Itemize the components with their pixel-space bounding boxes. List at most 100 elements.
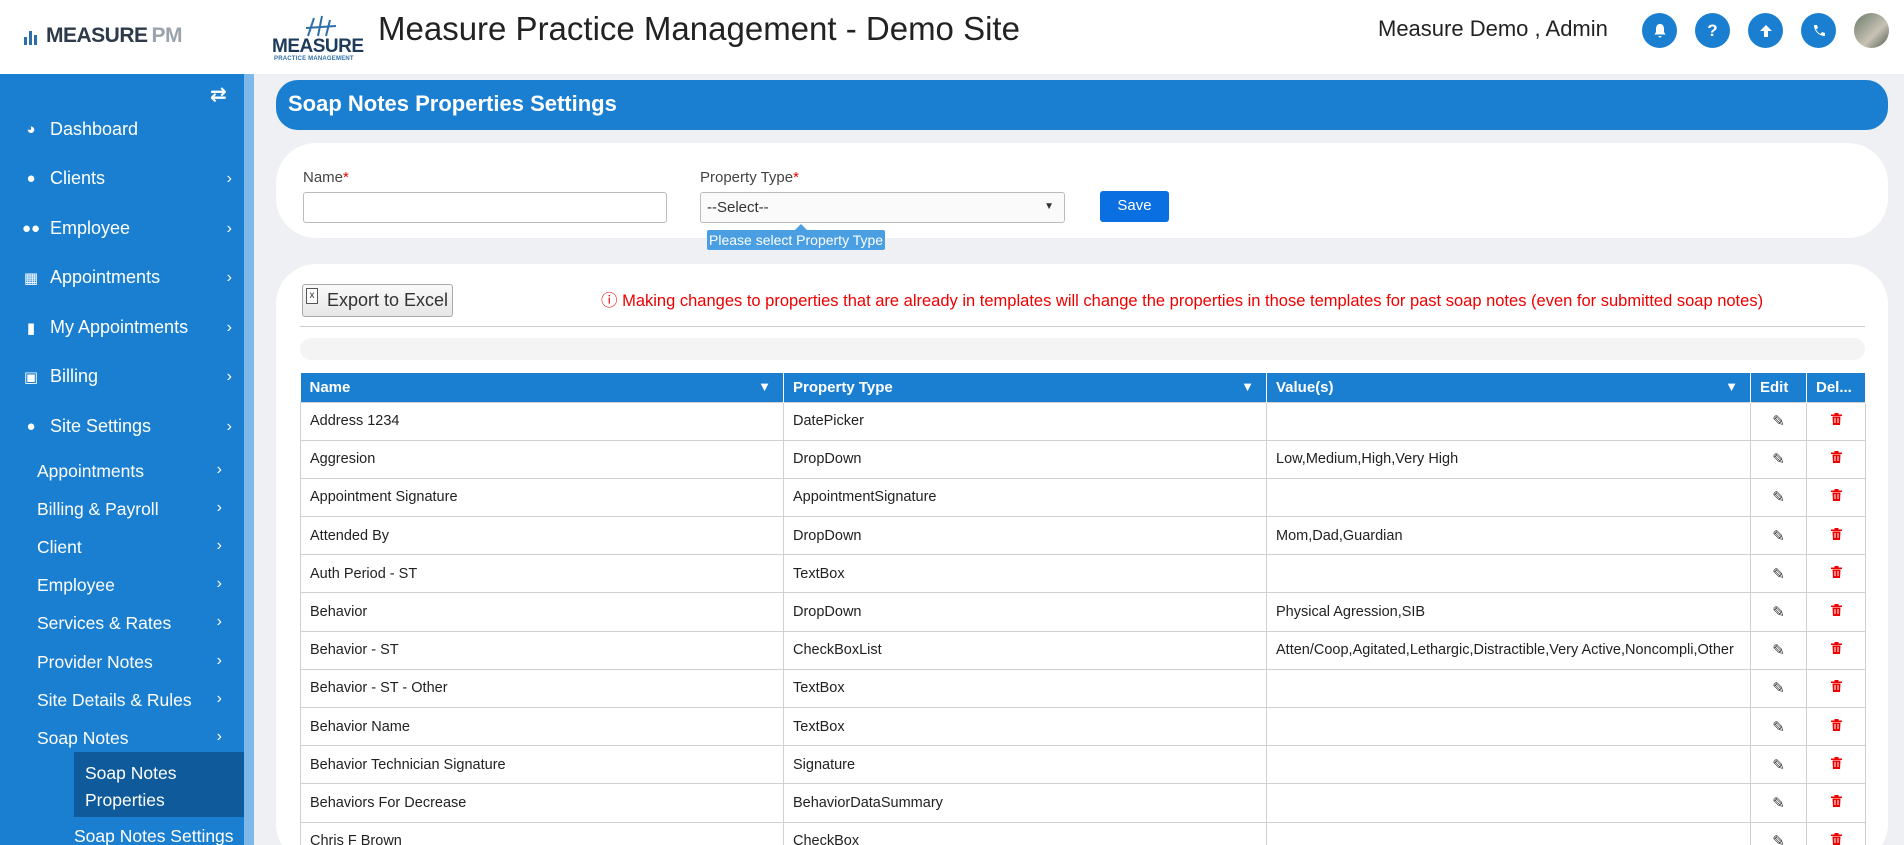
- name-input[interactable]: [303, 192, 667, 223]
- cell-values: [1266, 783, 1751, 823]
- sidebar-subitem-billing-payroll[interactable]: Billing & Payroll ›: [37, 499, 222, 520]
- save-button[interactable]: Save: [1100, 191, 1169, 222]
- column-header-values[interactable]: Value(s) ▼: [1266, 373, 1751, 402]
- cell-name: Address 1234: [300, 401, 784, 441]
- cell-delete: [1806, 439, 1866, 479]
- column-header-property-type[interactable]: Property Type ▼: [783, 373, 1267, 402]
- sidebar-subitem-label: Employee: [37, 575, 115, 595]
- sidebar-item-clients[interactable]: ● Clients ›: [22, 168, 232, 189]
- trash-icon[interactable]: [1830, 718, 1842, 731]
- pencil-icon[interactable]: ✎: [1772, 604, 1785, 621]
- filter-icon[interactable]: ▼: [1725, 379, 1738, 394]
- pencil-icon[interactable]: ✎: [1772, 451, 1785, 468]
- trash-icon[interactable]: [1830, 756, 1842, 769]
- cell-property-type: DropDown: [783, 516, 1267, 556]
- sidebar-subitem-site-details-rules[interactable]: Site Details & Rules ›: [37, 690, 222, 711]
- user-icon: ●: [26, 170, 36, 187]
- brand-logo[interactable]: MEASURE PM: [22, 24, 183, 48]
- sidebar: ⇄ ◕ Dashboard ● Clients › ●● Employee › …: [0, 74, 244, 845]
- pencil-icon[interactable]: ✎: [1772, 833, 1785, 845]
- pencil-icon[interactable]: ✎: [1772, 680, 1785, 697]
- sidebar-item-site-settings[interactable]: ● Site Settings ›: [22, 416, 232, 437]
- help-icon[interactable]: ?: [1695, 13, 1730, 48]
- sidebar-item-employee[interactable]: ●● Employee ›: [22, 218, 232, 239]
- export-to-excel-button[interactable]: Export to Excel: [302, 284, 453, 317]
- trash-icon[interactable]: [1830, 565, 1842, 578]
- trash-icon[interactable]: [1830, 451, 1842, 464]
- property-form-card: [276, 143, 1888, 238]
- filter-icon[interactable]: ▼: [1241, 379, 1254, 394]
- users-icon: ●●: [22, 220, 41, 237]
- column-header-name[interactable]: Name ▼: [300, 373, 784, 402]
- trash-icon[interactable]: [1830, 833, 1842, 845]
- trash-icon[interactable]: [1830, 413, 1842, 426]
- cell-property-type: DatePicker: [783, 401, 1267, 441]
- cell-edit: ✎: [1750, 783, 1807, 823]
- avatar[interactable]: [1854, 13, 1889, 48]
- sidebar-item-label: Billing: [50, 366, 99, 386]
- pencil-icon[interactable]: ✎: [1772, 719, 1785, 736]
- sidebar-item-billing[interactable]: ▣ Billing ›: [22, 366, 232, 387]
- trash-icon[interactable]: [1830, 527, 1842, 540]
- page-title: Soap Notes Properties Settings: [276, 80, 1888, 130]
- sidebar-item-my-appointments[interactable]: ▮ My Appointments ›: [22, 317, 232, 338]
- caret-down-icon: ▼: [1044, 201, 1054, 212]
- sidebar-subitem-client[interactable]: Client ›: [37, 537, 222, 558]
- sidebar-leaf-soap-notes-settings[interactable]: Soap Notes Settings: [74, 826, 234, 845]
- sidebar-toggle-icon[interactable]: ⇄: [210, 82, 227, 107]
- cell-values: Mom,Dad,Guardian: [1266, 516, 1751, 556]
- cell-delete: [1806, 630, 1866, 670]
- cell-values: [1266, 745, 1751, 785]
- chevron-right-icon: ›: [216, 537, 222, 554]
- property-type-select[interactable]: --Select-- ▼: [700, 192, 1065, 223]
- sidebar-item-label: Employee: [50, 218, 131, 238]
- sidebar-item-label: Site Settings: [50, 416, 152, 436]
- phone-icon[interactable]: [1801, 13, 1836, 48]
- sidebar-subitem-services-rates[interactable]: Services & Rates ›: [37, 613, 222, 634]
- pencil-icon[interactable]: ✎: [1772, 413, 1785, 430]
- sidebar-subitem-appointments[interactable]: Appointments ›: [37, 461, 222, 482]
- table-row: Auth Period - ST TextBox ✎: [300, 554, 1866, 594]
- sidebar-item-appointments[interactable]: ▦ Appointments ›: [22, 267, 232, 288]
- pencil-icon[interactable]: ✎: [1772, 566, 1785, 583]
- cell-delete: [1806, 516, 1866, 556]
- cell-property-type: BehaviorDataSummary: [783, 783, 1267, 823]
- sidebar-scrollbar[interactable]: [244, 74, 254, 845]
- sidebar-leaf-soap-notes-properties[interactable]: Soap Notes Properties: [74, 752, 244, 817]
- pencil-icon[interactable]: ✎: [1772, 795, 1785, 812]
- user-name[interactable]: Measure Demo , Admin: [1378, 16, 1608, 42]
- pencil-icon[interactable]: ✎: [1772, 757, 1785, 774]
- cell-delete: [1806, 783, 1866, 823]
- table-row: Behavior - ST - Other TextBox ✎: [300, 668, 1866, 709]
- trash-icon[interactable]: [1830, 680, 1842, 693]
- pencil-icon[interactable]: ✎: [1772, 528, 1785, 545]
- sidebar-subitem-employee[interactable]: Employee ›: [37, 575, 222, 596]
- money-icon: ▣: [23, 368, 39, 386]
- cell-values: [1266, 401, 1751, 441]
- cell-delete: [1806, 401, 1866, 441]
- property-type-label: Property Type*: [700, 169, 799, 186]
- properties-table: Name ▼ Property Type ▼ Value(s) ▼ Edit Del.…: [300, 373, 1866, 845]
- bell-icon[interactable]: [1642, 13, 1677, 48]
- cell-name: Behavior: [300, 592, 784, 632]
- pencil-icon[interactable]: ✎: [1772, 489, 1785, 506]
- chevron-right-icon: ›: [226, 169, 232, 187]
- pencil-icon[interactable]: ✎: [1772, 642, 1785, 659]
- top-header: MEASURE PM MEASURE PRACTICE MANAGEMENT Me…: [0, 0, 1904, 74]
- table-row: Behavior - ST CheckBoxList Atten/Coop,Agit…: [300, 630, 1866, 670]
- cell-values: Atten/Coop,Agitated,Lethargic,Distractib…: [1266, 630, 1751, 670]
- trash-icon[interactable]: [1830, 489, 1842, 502]
- filter-icon[interactable]: ▼: [758, 379, 771, 394]
- table-row: Appointment Signature AppointmentSignatur…: [300, 477, 1866, 518]
- trash-icon[interactable]: [1830, 794, 1842, 807]
- sidebar-subitem-provider-notes[interactable]: Provider Notes ›: [37, 652, 222, 673]
- sidebar-subitem-soap-notes[interactable]: Soap Notes ›: [37, 728, 222, 749]
- chevron-right-icon: ›: [226, 367, 232, 385]
- sidebar-item-dashboard[interactable]: ◕ Dashboard: [22, 119, 232, 140]
- trash-icon[interactable]: [1830, 604, 1842, 617]
- upload-icon[interactable]: [1748, 13, 1783, 48]
- cell-delete: [1806, 592, 1866, 632]
- name-label: Name*: [303, 169, 349, 186]
- trash-icon[interactable]: [1830, 642, 1842, 655]
- sidebar-subitem-label: Appointments: [37, 461, 145, 481]
